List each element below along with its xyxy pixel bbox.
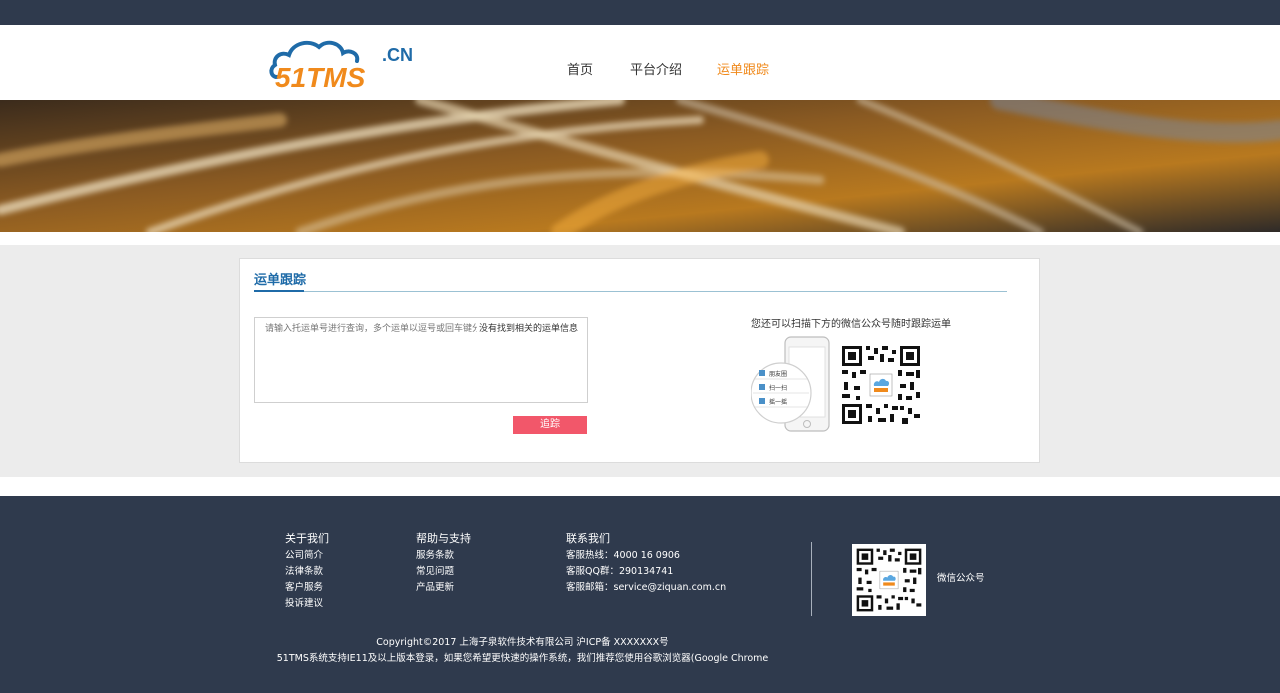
- spacer: [0, 232, 1280, 245]
- site-footer: 关于我们 公司简介 法律条款 客户服务 投诉建议 帮助与支持 服务条款 常见问题…: [0, 496, 1280, 693]
- footer-qq-group: 客服QQ群：290134741: [566, 566, 674, 577]
- footer-link-faq[interactable]: 常见问题: [416, 564, 471, 580]
- tracking-title: 运单跟踪: [254, 273, 307, 288]
- spacer: [0, 477, 1280, 496]
- nav-home[interactable]: 首页: [567, 59, 593, 78]
- footer-help-title: 帮助与支持: [416, 532, 471, 545]
- copyright-text: Copyright©2017 上海子泉软件技术有限公司 沪ICP备 XXXXXX…: [376, 637, 669, 648]
- site-logo[interactable]: .CN 51TMS: [269, 33, 429, 93]
- footer-help-column: 帮助与支持 服务条款 常见问题 产品更新: [416, 530, 471, 596]
- footer-hotline: 客服热线：4000 16 0906: [566, 550, 680, 561]
- nav-waybill-tracking[interactable]: 运单跟踪: [717, 59, 769, 78]
- footer-about-column: 关于我们 公司简介 法律条款 客户服务 投诉建议: [285, 530, 329, 612]
- svg-text:51TMS: 51TMS: [275, 62, 366, 93]
- footer-link-terms[interactable]: 服务条款: [416, 548, 471, 564]
- footer-link-updates[interactable]: 产品更新: [416, 580, 471, 596]
- footer-wechat-label: 微信公众号: [937, 573, 985, 584]
- phone-scan-illustration: 朋友圈 扫一扫 摇一摇: [750, 335, 831, 435]
- tracking-card: 运单跟踪 没有找到相关的运单信息 追踪 您还可以扫描下方的微信公众号随时跟踪运单…: [239, 258, 1040, 463]
- footer-contact-title: 联系我们: [566, 532, 610, 545]
- footer-link-complaints[interactable]: 投诉建议: [285, 596, 329, 612]
- footer-email[interactable]: 客服邮箱：service@ziquan.com.cn: [566, 580, 726, 596]
- content-area: 运单跟踪 没有找到相关的运单信息 追踪 您还可以扫描下方的微信公众号随时跟踪运单…: [0, 245, 1280, 477]
- qr-code-icon: [840, 344, 922, 426]
- cloud-logo-icon: .CN 51TMS: [269, 40, 427, 93]
- title-underline: [254, 290, 304, 292]
- site-header: .CN 51TMS 首页 平台介绍 运单跟踪: [0, 25, 1280, 100]
- footer-link-customer-service[interactable]: 客户服务: [285, 580, 329, 596]
- footer-wechat-qr: [852, 544, 926, 616]
- top-bar: [0, 0, 1280, 25]
- footer-link-company-intro[interactable]: 公司简介: [285, 548, 329, 564]
- footer-link-legal[interactable]: 法律条款: [285, 564, 329, 580]
- footer-contact-column: 联系我们 客服热线：4000 16 0906 客服QQ群：290134741 客…: [566, 530, 726, 596]
- hero-banner-image: [0, 100, 1280, 232]
- footer-divider: [811, 542, 812, 616]
- qr-code-icon: [855, 547, 923, 613]
- not-found-message: 没有找到相关的运单信息: [477, 321, 579, 334]
- scan-tip: 您还可以扫描下方的微信公众号随时跟踪运单: [751, 319, 951, 330]
- svg-text:.CN: .CN: [382, 45, 413, 65]
- footer-about-title: 关于我们: [285, 532, 329, 545]
- track-button[interactable]: 追踪: [513, 416, 587, 434]
- wechat-qr-code: [840, 344, 922, 426]
- svg-text:朋友圈: 朋友圈: [769, 370, 787, 378]
- svg-text:扫一扫: 扫一扫: [769, 384, 787, 392]
- browser-support-tip: 51TMS系统支持IE11及以上版本登录，如果您希望更快速的操作系统，我们推荐您…: [276, 653, 769, 664]
- svg-text:摇一摇: 摇一摇: [769, 398, 787, 406]
- title-divider: [254, 291, 1007, 292]
- nav-platform-intro[interactable]: 平台介绍: [630, 59, 682, 78]
